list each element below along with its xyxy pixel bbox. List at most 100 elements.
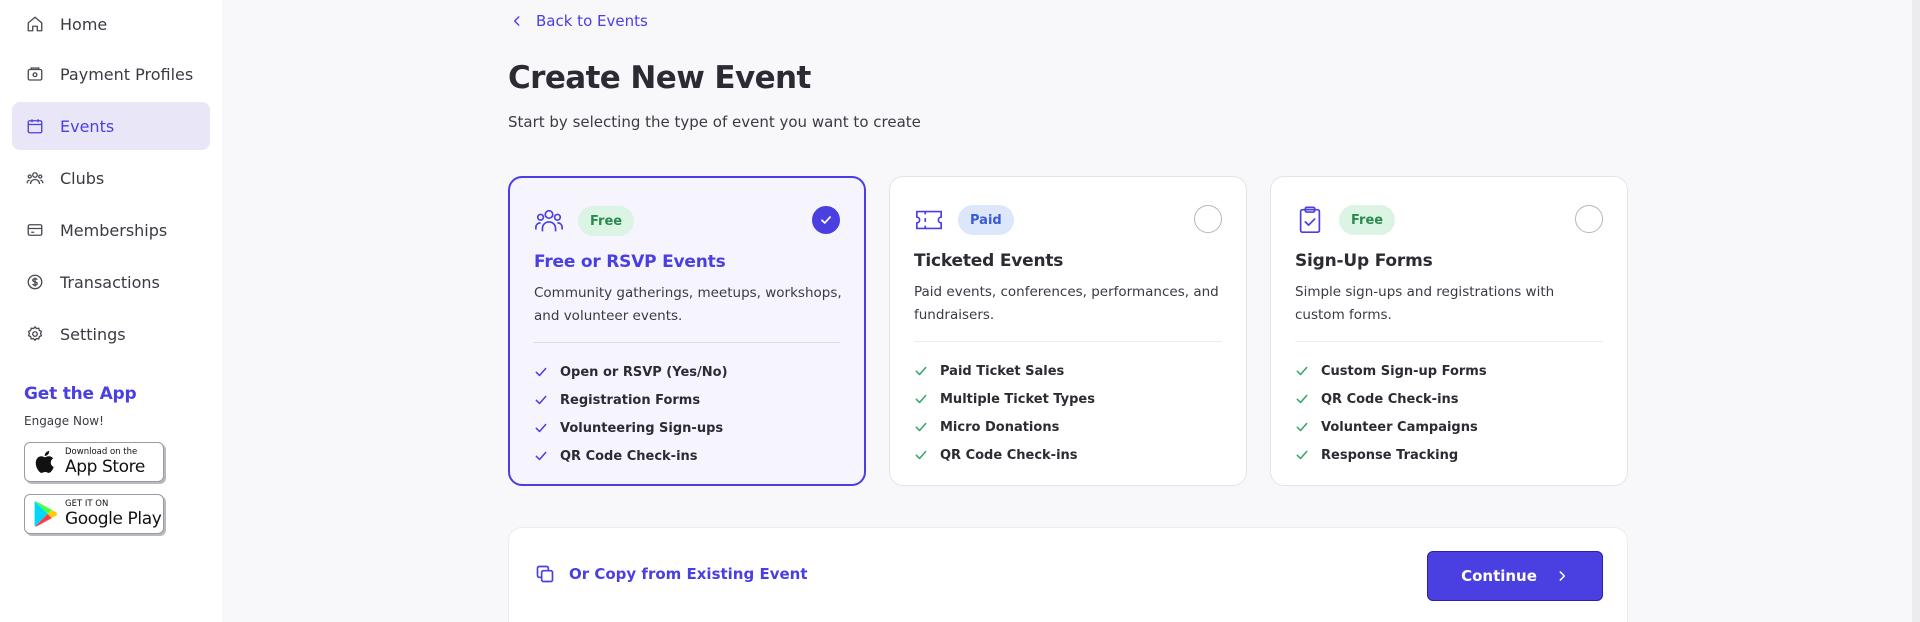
sidebar-item-label: Clubs (60, 168, 105, 188)
feature-label: Volunteering Sign-ups (560, 420, 724, 436)
copy-icon (535, 564, 555, 584)
page-scrollbar[interactable] (1912, 0, 1920, 622)
check-icon (1295, 392, 1309, 406)
card-description: Paid events, conferences, performances, … (914, 284, 1219, 323)
card-icon (26, 221, 44, 239)
card-description: Community gatherings, meetups, workshops… (534, 285, 842, 324)
google-play-big-text: Google Play (65, 508, 162, 529)
sidebar-item-label: Memberships (60, 220, 168, 240)
feature-label: Response Tracking (1321, 447, 1459, 463)
copy-from-existing-link[interactable]: Or Copy from Existing Event (535, 564, 808, 584)
copy-link-label: Or Copy from Existing Event (569, 565, 808, 583)
feature-item: Multiple Ticket Types (914, 385, 1226, 413)
feature-label: Registration Forms (560, 392, 701, 408)
sidebar-item-label: Transactions (60, 272, 160, 292)
feature-item: QR Code Check-ins (1295, 385, 1607, 413)
google-play-badge[interactable]: GET IT ON Google Play (24, 494, 164, 534)
app-store-small-text: Download on the (65, 447, 138, 458)
check-icon (534, 449, 548, 463)
sidebar-item-settings[interactable]: Settings (12, 310, 210, 358)
calendar-icon (26, 117, 44, 135)
chevron-left-icon (510, 14, 524, 28)
feature-label: Multiple Ticket Types (940, 391, 1095, 407)
feature-item: Registration Forms (534, 386, 844, 414)
card-title: Sign-Up Forms (1295, 251, 1433, 271)
continue-label: Continue (1461, 567, 1537, 585)
sidebar-item-transactions[interactable]: Transactions (12, 258, 210, 306)
check-icon (914, 392, 928, 406)
back-link-label: Back to Events (536, 12, 648, 30)
sidebar-item-label: Payment Profiles (60, 64, 194, 84)
card-badge: Free (578, 206, 635, 236)
card-radio[interactable] (1194, 205, 1222, 233)
sidebar-item-label: Events (60, 116, 115, 136)
feature-label: QR Code Check-ins (1321, 391, 1459, 407)
sidebar-item-memberships[interactable]: Memberships (12, 206, 210, 254)
ticket-icon (914, 205, 944, 235)
card-radio-selected[interactable] (812, 206, 840, 234)
feature-list: Paid Ticket Sales Multiple Ticket Types … (914, 357, 1226, 469)
feature-item: Micro Donations (914, 413, 1226, 441)
apple-icon (33, 448, 59, 476)
get-app-subtitle: Engage Now! (24, 414, 104, 428)
clipboard-check-icon (1295, 205, 1325, 235)
feature-item: QR Code Check-ins (914, 441, 1226, 469)
feature-item: Custom Sign-up Forms (1295, 357, 1607, 385)
get-app-title: Get the App (24, 384, 137, 404)
card-radio[interactable] (1575, 205, 1603, 233)
google-play-small-text: GET IT ON (65, 499, 109, 510)
card-divider (914, 341, 1222, 342)
back-to-events-link[interactable]: Back to Events (510, 12, 648, 30)
feature-item: Response Tracking (1295, 441, 1607, 469)
event-type-card-ticketed[interactable]: Paid Ticketed Events Paid events, confer… (889, 176, 1247, 486)
feature-item: Open or RSVP (Yes/No) (534, 358, 844, 386)
check-icon (914, 420, 928, 434)
people-icon (534, 206, 564, 236)
card-badge: Free (1339, 205, 1396, 235)
check-icon (1295, 448, 1309, 462)
sidebar-item-events[interactable]: Events (12, 102, 210, 150)
sidebar-item-label: Home (60, 14, 108, 34)
sidebar-item-label: Settings (60, 324, 126, 344)
feature-label: Paid Ticket Sales (940, 363, 1065, 379)
sidebar-item-payment-profiles[interactable]: Payment Profiles (12, 50, 210, 98)
feature-label: QR Code Check-ins (940, 447, 1078, 463)
event-type-card-signup-forms[interactable]: Free Sign-Up Forms Simple sign-ups and r… (1270, 176, 1628, 486)
check-icon (534, 421, 548, 435)
play-store-icon (33, 500, 59, 528)
card-divider (1295, 341, 1603, 342)
dollar-circle-icon (26, 273, 44, 291)
people-group-icon (26, 169, 44, 187)
continue-button[interactable]: Continue (1427, 551, 1603, 601)
page-title: Create New Event (508, 60, 811, 96)
check-icon (1295, 420, 1309, 434)
check-icon (534, 393, 548, 407)
feature-item: Paid Ticket Sales (914, 357, 1226, 385)
sidebar-item-home[interactable]: Home (12, 0, 210, 48)
card-description: Simple sign-ups and registrations with c… (1295, 284, 1555, 323)
event-type-card-free-rsvp[interactable]: Free Free or RSVP Events Community gathe… (508, 176, 866, 486)
card-divider (534, 342, 840, 343)
gear-icon (26, 325, 44, 343)
check-icon (534, 365, 548, 379)
action-panel: Or Copy from Existing Event Continue (508, 527, 1628, 622)
chevron-right-icon (1555, 569, 1569, 583)
card-title: Free or RSVP Events (534, 252, 726, 272)
feature-list: Open or RSVP (Yes/No) Registration Forms… (534, 358, 844, 470)
sidebar-item-clubs[interactable]: Clubs (12, 154, 210, 202)
app-store-big-text: App Store (65, 456, 145, 477)
app-store-badge[interactable]: Download on the App Store (24, 442, 164, 482)
card-title: Ticketed Events (914, 251, 1064, 271)
feature-item: Volunteering Sign-ups (534, 414, 844, 442)
check-icon (914, 364, 928, 378)
feature-label: Custom Sign-up Forms (1321, 363, 1487, 379)
feature-list: Custom Sign-up Forms QR Code Check-ins V… (1295, 357, 1607, 469)
feature-label: Micro Donations (940, 419, 1060, 435)
sidebar: Home Payment Profiles Events Clubs Membe… (0, 0, 222, 622)
page-subtitle: Start by selecting the type of event you… (508, 113, 921, 131)
check-icon (914, 448, 928, 462)
feature-label: QR Code Check-ins (560, 448, 698, 464)
feature-label: Volunteer Campaigns (1321, 419, 1478, 435)
check-icon (1295, 364, 1309, 378)
feature-item: Volunteer Campaigns (1295, 413, 1607, 441)
